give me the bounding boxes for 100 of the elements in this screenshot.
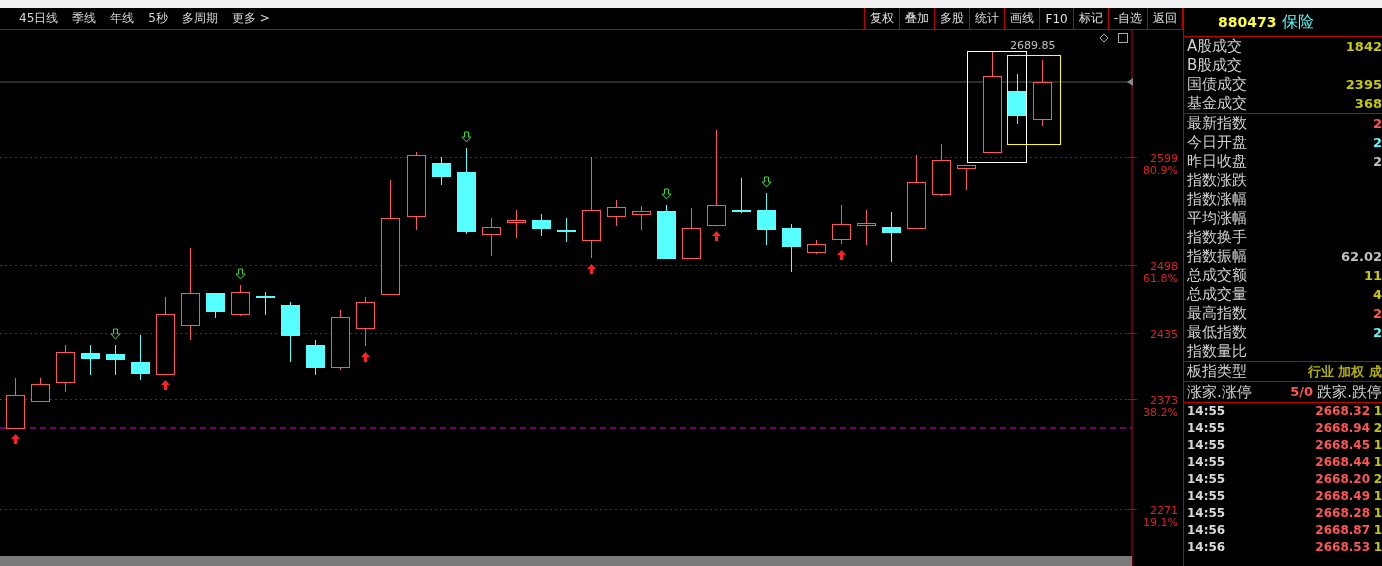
toolbar-button[interactable]: 返回 <box>1147 8 1183 29</box>
field-value: 4 <box>1372 286 1382 304</box>
tick-time: 14:55 <box>1186 454 1227 471</box>
candlestick <box>482 217 501 257</box>
price-marker-icon <box>1127 78 1133 86</box>
axis-ratio-label: 38.2% <box>1143 405 1178 419</box>
candlestick <box>56 344 75 393</box>
field-label: 昨日收盘 <box>1187 152 1247 171</box>
candlestick <box>607 199 626 227</box>
candlestick <box>782 223 801 273</box>
candlestick <box>81 344 100 376</box>
period-tab[interactable]: 季线 <box>65 10 104 27</box>
tick-time: 14:55 <box>1186 471 1227 488</box>
field-label: B股成交 <box>1187 56 1243 75</box>
axis-ratio-label: 61.8% <box>1143 271 1178 285</box>
period-tab[interactable]: 多周期 <box>174 10 225 27</box>
candlestick <box>507 209 526 239</box>
tick-volume: 1 <box>1372 539 1382 556</box>
field-label: 最低指数 <box>1187 323 1247 342</box>
candlestick <box>1008 73 1027 125</box>
up-arrow-icon <box>361 352 370 362</box>
field-value: 11 <box>1363 267 1382 285</box>
stock-name: 保险 <box>1282 11 1315 33</box>
tick-time: 14:55 <box>1186 505 1227 522</box>
candlestick <box>1033 59 1052 127</box>
stock-code: 880473 <box>1218 14 1277 30</box>
breadth-count: 5/0 <box>1290 383 1314 401</box>
tick-volume: 2 <box>1372 471 1382 488</box>
axis-price-label: 2373 <box>1150 393 1178 407</box>
tick-volume: 1 <box>1372 488 1382 505</box>
high-price-label: 2689.85 <box>1010 39 1056 52</box>
field-label: 最新指数 <box>1187 114 1247 133</box>
tick-price: 2668.94 <box>1314 420 1370 437</box>
candlestick <box>532 213 551 237</box>
field-value: 2 <box>1372 134 1382 152</box>
field-label: 指数涨幅 <box>1187 190 1247 209</box>
up-arrow-icon <box>161 380 170 390</box>
field-label: 国债成交 <box>1187 75 1247 94</box>
tick-price: 2668.32 <box>1314 403 1370 420</box>
tick-volume: 2 <box>1372 420 1382 437</box>
field-value: 行业 加权 成 <box>1307 363 1382 381</box>
breadth-label: 涨家.涨停 <box>1187 382 1253 402</box>
down-arrow-icon <box>110 328 121 340</box>
tick-time: 14:56 <box>1186 539 1227 556</box>
axis-price-label: 2435 <box>1150 327 1178 341</box>
up-arrow-icon <box>712 231 721 241</box>
down-arrow-icon <box>761 176 772 188</box>
period-tab[interactable]: 年线 <box>103 10 142 27</box>
field-value: 2 <box>1372 153 1382 171</box>
candlestick <box>231 284 250 317</box>
tick-price: 2668.87 <box>1314 522 1370 539</box>
field-label: 板指类型 <box>1187 362 1247 381</box>
axis-price-label: 2498 <box>1150 259 1178 273</box>
field-value: 62.02 <box>1340 248 1382 266</box>
field-value: 2 <box>1372 115 1382 133</box>
candlestick <box>106 344 125 376</box>
breadth-label: 跌家.跌停 <box>1317 382 1382 402</box>
candlestick <box>832 204 851 245</box>
field-label: A股成交 <box>1187 37 1243 56</box>
tick-time: 14:55 <box>1186 420 1227 437</box>
field-label: 指数振幅 <box>1187 247 1247 266</box>
field-value: 368 <box>1354 95 1382 113</box>
period-tab[interactable]: 5秒 <box>141 10 175 27</box>
field-label: 基金成交 <box>1187 94 1247 113</box>
up-arrow-icon <box>11 434 20 444</box>
period-tab[interactable]: 更多 > <box>224 10 277 27</box>
candlestick <box>356 296 375 347</box>
diamond-icon[interactable] <box>1099 33 1109 43</box>
tick-time: 14:55 <box>1186 488 1227 505</box>
field-label: 指数量比 <box>1187 342 1247 361</box>
tick-time: 14:55 <box>1186 403 1227 420</box>
tick-volume: 1 <box>1372 505 1382 522</box>
tick-price: 2668.49 <box>1314 488 1370 505</box>
tick-price: 2668.45 <box>1314 437 1370 454</box>
candlestick <box>957 164 976 191</box>
tick-volume: 1 <box>1372 522 1382 539</box>
candlestick <box>557 217 576 243</box>
axis-price-label: 2599 <box>1150 151 1178 165</box>
scrollbar[interactable] <box>0 556 1132 566</box>
tick-volume: 1 <box>1372 454 1382 471</box>
period-tab[interactable]: 45日线 <box>12 10 66 27</box>
candlestick <box>281 301 300 363</box>
candlestick <box>432 156 451 186</box>
up-arrow-icon <box>837 250 846 260</box>
down-arrow-icon <box>661 188 672 200</box>
tick-volume: 1 <box>1372 437 1382 454</box>
candlestick <box>6 377 25 429</box>
candlestick <box>882 211 901 263</box>
candlestick <box>807 239 826 255</box>
candlestick <box>131 334 150 381</box>
window-icon[interactable] <box>1118 33 1128 43</box>
tick-time: 14:55 <box>1186 437 1227 454</box>
candlestick <box>632 205 651 231</box>
field-label: 总成交量 <box>1187 285 1247 304</box>
down-arrow-icon <box>235 268 246 280</box>
up-arrow-icon <box>587 264 596 274</box>
candlestick <box>857 209 876 246</box>
tick-time: 14:56 <box>1186 522 1227 539</box>
axis-ratio-label: 19.1% <box>1143 515 1178 529</box>
candlestick <box>306 339 325 376</box>
